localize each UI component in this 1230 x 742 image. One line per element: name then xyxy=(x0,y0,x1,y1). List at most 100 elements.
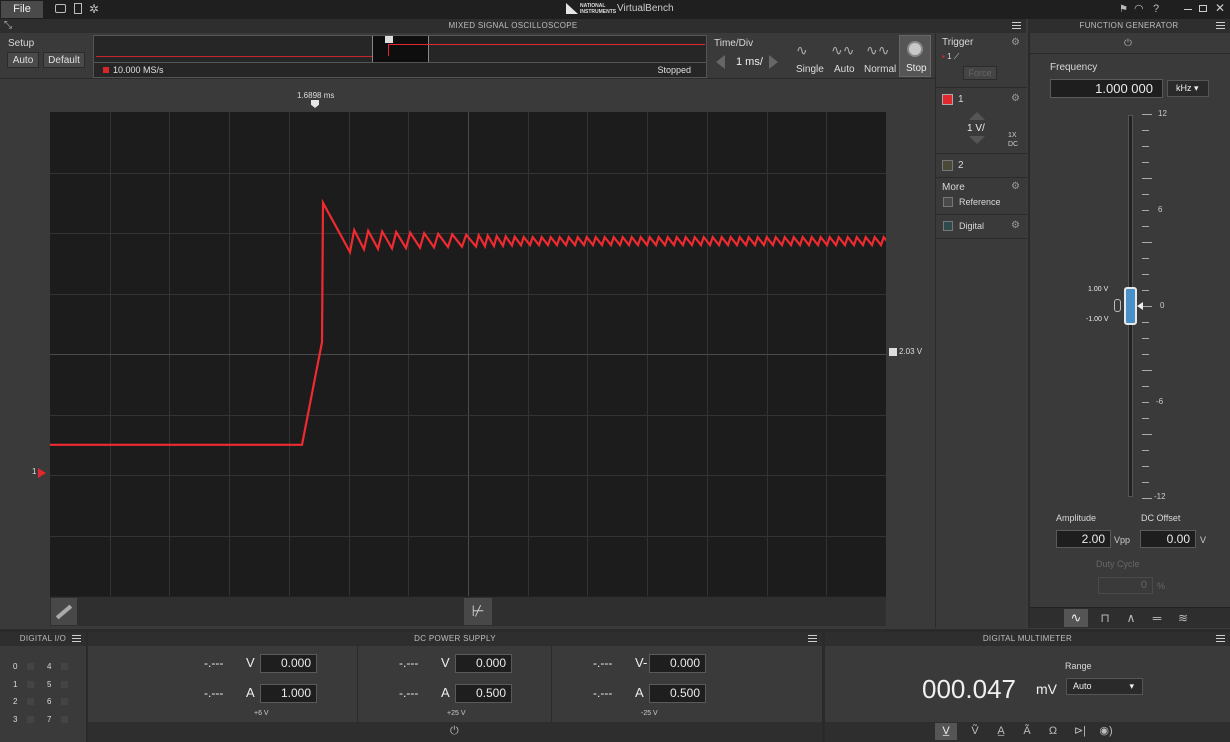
resistance-mode-icon[interactable]: Ω xyxy=(1042,723,1064,740)
scale-tick xyxy=(1142,210,1149,211)
power-menu-icon[interactable] xyxy=(808,635,817,642)
dio-led[interactable] xyxy=(27,716,34,723)
help-icon[interactable]: ? xyxy=(1153,3,1159,15)
debug-icon[interactable]: ✲ xyxy=(89,2,99,16)
voltage-readout: -.--- xyxy=(204,656,224,670)
digital-toggle[interactable] xyxy=(943,221,953,231)
scale-tick xyxy=(1142,274,1149,275)
offset-input[interactable]: 0.00 xyxy=(1140,530,1196,548)
dio-led[interactable] xyxy=(27,698,34,705)
voltage-readout: -.--- xyxy=(593,656,613,670)
file-menu[interactable]: File xyxy=(1,1,43,18)
expand-icon[interactable]: ⤡ xyxy=(4,19,12,32)
mode-single-button[interactable]: ∿ Single xyxy=(791,37,825,77)
dmm-menu-icon[interactable] xyxy=(1216,635,1225,642)
current-limit-input[interactable]: 1.000 xyxy=(260,684,317,703)
diode-mode-icon[interactable]: ⊳| xyxy=(1069,723,1091,740)
overview-window[interactable] xyxy=(372,36,429,62)
more-settings-icon[interactable]: ⚙ xyxy=(1011,181,1020,192)
current-limit-input[interactable]: 0.500 xyxy=(455,684,512,703)
waveform-graph[interactable] xyxy=(50,112,886,596)
cursor-tool-icon[interactable]: ⊬ xyxy=(464,598,492,625)
scale-label-neg12: -12 xyxy=(1154,492,1166,501)
current-limit-input[interactable]: 0.500 xyxy=(649,684,706,703)
channel-1-level-marker[interactable]: 1 xyxy=(32,467,48,478)
mode-stop-button[interactable]: Stop xyxy=(899,35,931,77)
mode-normal-label: Normal xyxy=(864,64,897,75)
mode-auto-button[interactable]: ∿∿ Auto xyxy=(827,37,861,77)
offset-handle-icon[interactable] xyxy=(1114,299,1121,312)
square-wave-icon[interactable]: ⊓ xyxy=(1094,609,1116,627)
mode-normal-button[interactable]: ∿∿ Normal xyxy=(862,37,898,77)
channel-1-settings-icon[interactable]: ⚙ xyxy=(1011,93,1020,104)
amplitude-range-handle[interactable] xyxy=(1124,287,1137,325)
camera-icon[interactable] xyxy=(55,4,66,13)
fgen-power-icon[interactable]: ⏻ xyxy=(1124,38,1132,49)
more-label: More xyxy=(942,182,965,193)
timediv-increase-icon[interactable] xyxy=(769,55,778,69)
time-cursor-marker-icon[interactable] xyxy=(311,100,319,108)
voltage-setpoint-input[interactable]: 0.000 xyxy=(649,654,706,673)
file-export-icon[interactable] xyxy=(74,3,82,14)
frequency-unit-select[interactable]: kHz ▾ xyxy=(1167,80,1209,97)
close-icon[interactable]: ✕ xyxy=(1215,1,1225,15)
frequency-input[interactable]: 1.000 000 xyxy=(1050,79,1163,98)
scale-up-icon[interactable] xyxy=(969,112,985,120)
channel-2-toggle[interactable] xyxy=(942,160,953,171)
trigger-source[interactable]: ▪ 1 ⟋ xyxy=(942,52,959,62)
digital-settings-icon[interactable]: ⚙ xyxy=(1011,220,1020,231)
dio-panel: 0 1 2 3 4 5 6 7 xyxy=(0,646,86,742)
dc-wave-icon[interactable]: ═ xyxy=(1146,609,1168,627)
dio-led[interactable] xyxy=(61,663,68,670)
dio-menu-icon[interactable] xyxy=(72,635,81,642)
continuity-mode-icon[interactable]: ◉) xyxy=(1095,723,1117,740)
voltage-setpoint-input[interactable]: 0.000 xyxy=(260,654,317,673)
chevron-down-icon: ▾ xyxy=(1129,681,1134,691)
noise-wave-icon[interactable]: ≋ xyxy=(1172,609,1194,627)
channel-1-scale[interactable]: 1 V/ xyxy=(967,123,985,134)
fgen-menu-icon[interactable] xyxy=(1216,22,1225,29)
dio-led[interactable] xyxy=(61,698,68,705)
acquisition-overview[interactable]: 10.000 MS/s Stopped xyxy=(93,35,707,78)
scale-tick xyxy=(1142,370,1152,371)
dio-led[interactable] xyxy=(61,681,68,688)
maximize-icon[interactable] xyxy=(1199,5,1207,12)
dc-current-mode-icon[interactable]: A̲ xyxy=(990,723,1012,740)
dio-led[interactable] xyxy=(27,681,34,688)
force-trigger-button[interactable]: Force xyxy=(963,66,997,80)
power-output-icon[interactable]: ⏻ xyxy=(450,725,459,738)
dio-led[interactable] xyxy=(61,716,68,723)
trigger-level-marker[interactable]: 2.03 V xyxy=(889,347,933,358)
dio-led[interactable] xyxy=(27,663,34,670)
dc-voltage-mode-icon[interactable]: V̲ xyxy=(935,723,957,740)
sine-wave-icon[interactable]: ∿ xyxy=(1064,609,1088,627)
chevron-down-icon: ▾ xyxy=(1194,83,1199,93)
timediv-decrease-icon[interactable] xyxy=(716,55,725,69)
current-readout: -.--- xyxy=(399,686,419,700)
reference-toggle[interactable] xyxy=(943,197,953,207)
scale-tick xyxy=(1142,322,1149,323)
frequency-unit: kHz xyxy=(1176,83,1192,93)
scale-down-icon[interactable] xyxy=(969,136,985,144)
default-setup-button[interactable]: Default xyxy=(43,52,85,68)
scale-tick xyxy=(1142,130,1149,131)
minimize-icon[interactable] xyxy=(1184,9,1192,10)
power-header: DC POWER SUPPLY xyxy=(88,632,822,646)
scope-title: MIXED SIGNAL OSCILLOSCOPE xyxy=(448,21,578,30)
channel-1-toggle[interactable] xyxy=(942,94,953,105)
flag-icon[interactable]: ⚑ xyxy=(1119,4,1128,15)
range-select[interactable]: Auto ▾ xyxy=(1066,678,1143,695)
amplitude-input[interactable]: 2.00 xyxy=(1056,530,1111,548)
scope-menu-icon[interactable] xyxy=(1012,22,1021,29)
wifi-icon[interactable]: ◠ xyxy=(1134,2,1144,15)
trigger-settings-icon[interactable]: ⚙ xyxy=(1011,37,1020,48)
auto-setup-button[interactable]: Auto xyxy=(7,52,39,68)
measure-ruler-icon[interactable] xyxy=(51,598,77,625)
triangle-wave-icon[interactable]: ∧ xyxy=(1120,609,1142,627)
duty-cycle-input[interactable]: 0 xyxy=(1098,577,1153,594)
trigger-level-value: 2.03 V xyxy=(899,347,923,356)
ac-voltage-mode-icon[interactable]: Ṽ xyxy=(964,723,986,740)
ac-current-mode-icon[interactable]: Ã xyxy=(1016,723,1038,740)
voltage-setpoint-input[interactable]: 0.000 xyxy=(455,654,512,673)
timediv-value[interactable]: 1 ms/ xyxy=(736,56,763,68)
